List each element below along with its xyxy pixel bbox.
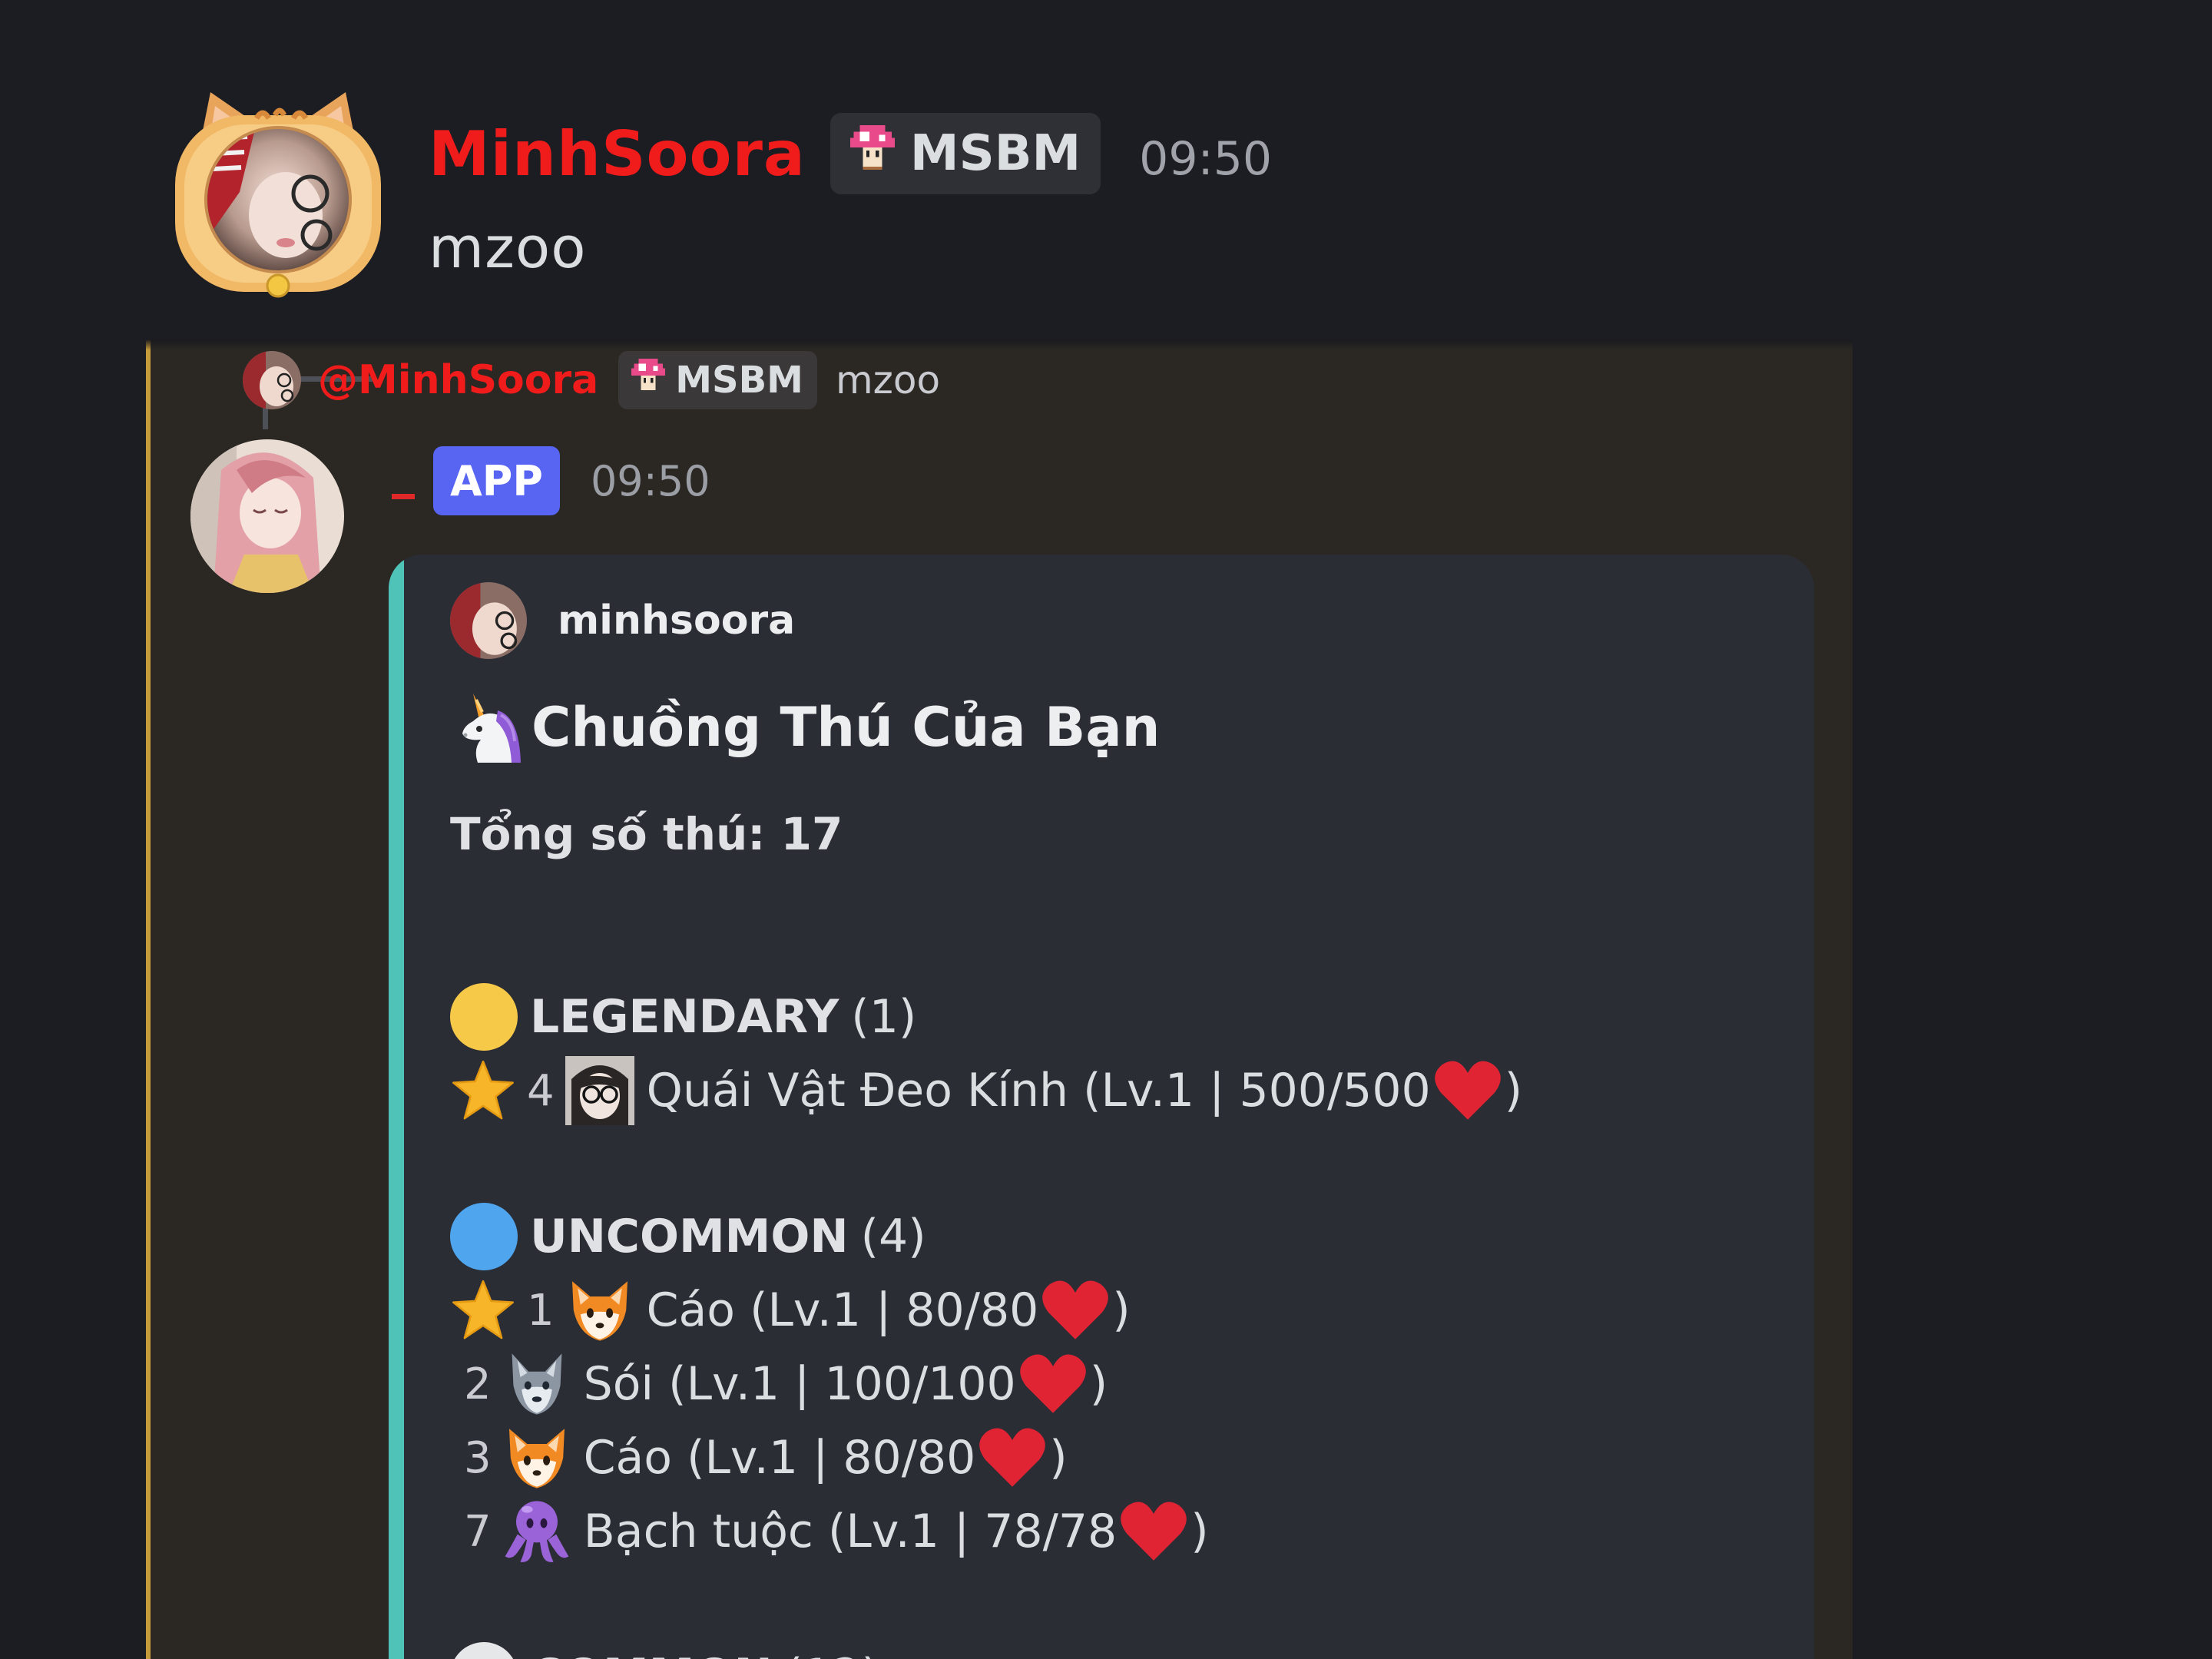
star-icon xyxy=(452,1280,514,1339)
tier-common: COMMON (12) xyxy=(450,1639,879,1659)
pet-info: Sói (Lv.1 | 100/100 xyxy=(583,1357,1016,1411)
pet-info: Cáo (Lv.1 | 80/80 xyxy=(583,1431,976,1485)
pet-row: 2 Sói (Lv.1 | 100/100 ) xyxy=(450,1347,1108,1421)
pet-info: Cáo (Lv.1 | 80/80 xyxy=(646,1283,1039,1337)
message-timestamp[interactable]: 09:50 xyxy=(1139,121,1272,186)
message-minhsoora[interactable]: MinhSoora MSBM 09:50 mzoo xyxy=(0,0,2212,338)
tier-uncommon: UNCOMMON (4) xyxy=(450,1200,926,1273)
yellow-circle-icon xyxy=(450,983,518,1051)
glasses-girl-icon xyxy=(565,1056,634,1125)
embed-title-text: Chuồng Thú Của Bạn xyxy=(531,696,1161,759)
pet-row: 3 Cáo (Lv.1 | 80/80 ) xyxy=(450,1421,1068,1495)
embed-accent-bar xyxy=(389,555,404,1659)
pet-info-close: ) xyxy=(1089,1357,1108,1411)
tier-count: (4) xyxy=(860,1210,926,1263)
pet-info: Bạch tuộc (Lv.1 | 78/78 xyxy=(583,1505,1118,1558)
pet-info-close: ) xyxy=(1504,1064,1523,1118)
pet-row: 7 Bạch tuộc (Lv.1 | 78/78 ) xyxy=(450,1495,1209,1568)
star-icon xyxy=(452,1060,514,1120)
cat-frame-avatar[interactable] xyxy=(171,84,386,300)
heart-icon xyxy=(1019,1354,1086,1413)
tier-name: LEGENDARY xyxy=(530,990,839,1044)
pet-number: 7 xyxy=(464,1506,492,1557)
pet-info-close: ) xyxy=(1049,1431,1068,1485)
pet-row: 1 Cáo (Lv.1 | 80/80 ) xyxy=(450,1273,1131,1347)
pet-number: 2 xyxy=(464,1359,492,1409)
mushroom-icon xyxy=(629,356,667,404)
pet-number: 4 xyxy=(527,1065,555,1116)
tier-name: UNCOMMON xyxy=(530,1210,849,1263)
heart-icon xyxy=(1042,1280,1109,1339)
reply-mention[interactable]: @MinhSoora xyxy=(318,357,598,403)
embed-card: minhsoora Chuồng Thú Của Bạn Tổng số thú… xyxy=(389,555,1814,1659)
app-badge: APP xyxy=(433,446,560,515)
tier-name: COMMON xyxy=(530,1649,773,1659)
bot-username[interactable] xyxy=(392,493,415,499)
embed-title: Chuồng Thú Của Bạn xyxy=(450,685,1160,770)
octopus-icon xyxy=(505,1501,569,1562)
reply-role-tag[interactable]: MSBM xyxy=(618,351,817,409)
pet-total: Tổng số thú: 17 xyxy=(450,808,843,860)
author-username[interactable]: MinhSoora xyxy=(429,118,806,190)
mention-highlight-bar xyxy=(146,339,151,1659)
pet-info-close: ) xyxy=(1190,1505,1209,1558)
heart-icon xyxy=(979,1428,1046,1487)
reply-avatar[interactable] xyxy=(243,351,301,409)
pet-number: 1 xyxy=(527,1285,555,1336)
pet-info: Quái Vật Đeo Kính (Lv.1 | 500/500 xyxy=(646,1064,1431,1118)
tier-legendary: LEGENDARY (1) xyxy=(450,980,916,1054)
wolf-icon xyxy=(512,1353,562,1415)
tier-count: (12) xyxy=(785,1649,879,1659)
reply-role-label: MSBM xyxy=(675,359,803,402)
fox-icon xyxy=(571,1281,628,1341)
blue-circle-icon xyxy=(450,1203,518,1270)
embed-author-avatar xyxy=(450,582,527,659)
role-tag-label: MSBM xyxy=(909,125,1081,182)
chat-view: MinhSoora MSBM 09:50 mzoo @MinhSoora MSB… xyxy=(0,0,2212,1659)
embed-author-name: minhsoora xyxy=(558,598,796,644)
unicorn-icon xyxy=(450,687,531,767)
pet-number: 3 xyxy=(464,1432,492,1483)
bot-header: APP 09:50 xyxy=(392,444,710,518)
message-content: mzoo xyxy=(429,215,587,281)
tier-count: (1) xyxy=(851,990,917,1044)
pet-row: 4 Quái Vật Đeo Kính (Lv.1 | 500/500 ) xyxy=(450,1054,1522,1128)
white-circle-icon xyxy=(450,1642,518,1659)
mushroom-icon xyxy=(847,122,898,185)
bot-timestamp[interactable]: 09:50 xyxy=(591,457,710,505)
reply-text[interactable]: mzoo xyxy=(836,358,940,402)
reply-preview[interactable]: @MinhSoora MSBM mzoo xyxy=(243,346,940,415)
bot-avatar[interactable] xyxy=(190,439,344,593)
embed-author: minhsoora xyxy=(450,582,795,659)
heart-icon xyxy=(1121,1502,1187,1561)
pet-info-close: ) xyxy=(1112,1283,1131,1337)
heart-icon xyxy=(1434,1061,1501,1120)
role-tag[interactable]: MSBM xyxy=(830,113,1101,194)
fox-icon xyxy=(508,1429,565,1488)
